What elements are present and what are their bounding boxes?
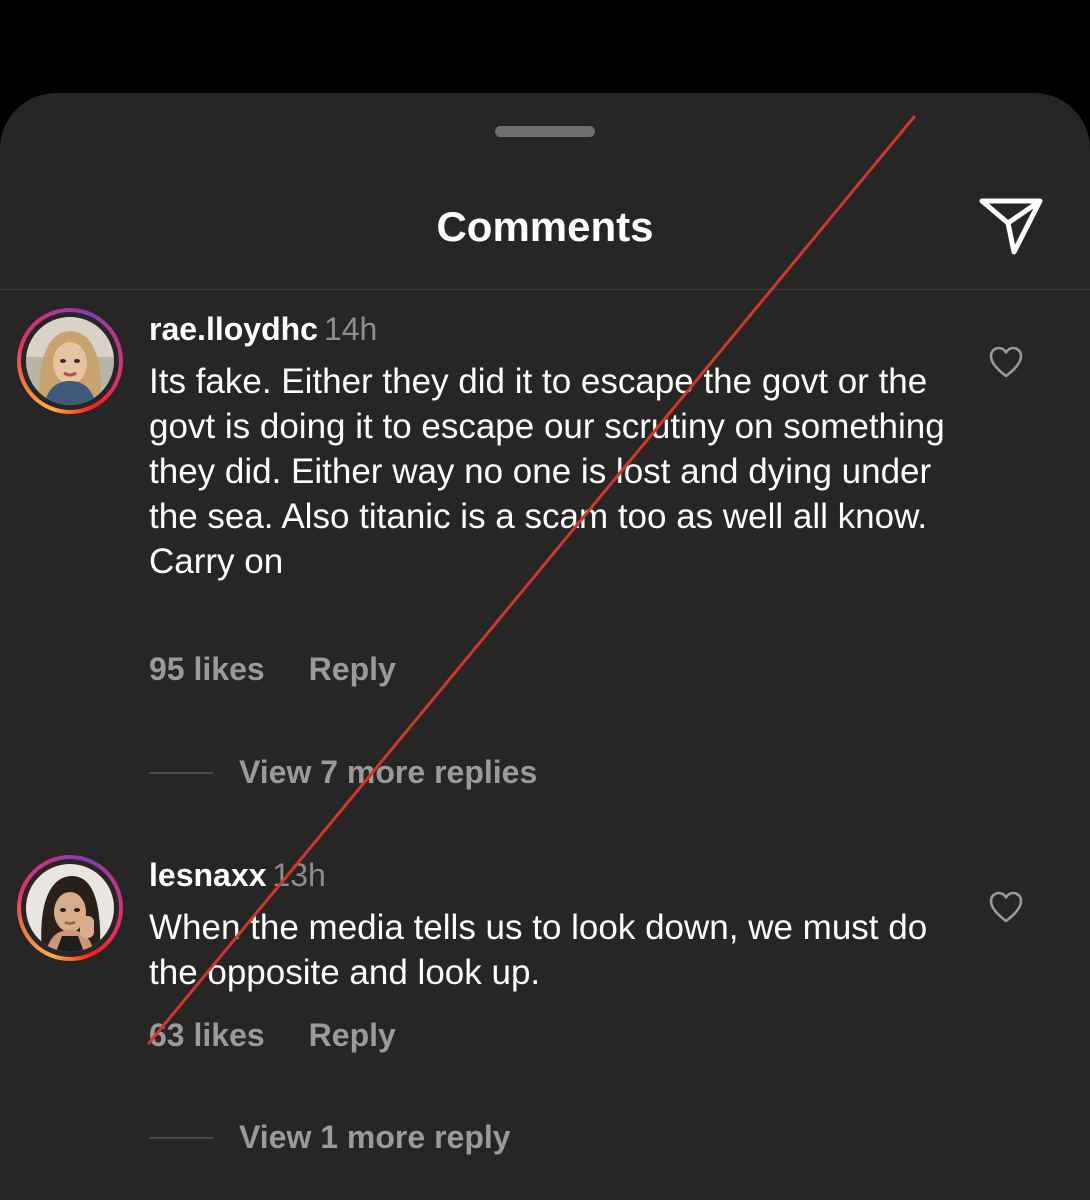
view-replies-button[interactable]: View 7 more replies	[239, 754, 537, 791]
reply-button[interactable]: Reply	[309, 651, 396, 687]
heart-outline-icon	[989, 346, 1023, 378]
view-replies-button[interactable]: View 1 more reply	[239, 1119, 511, 1156]
heart-outline-icon	[989, 891, 1023, 923]
like-button[interactable]	[988, 345, 1024, 379]
timestamp: 13h	[272, 857, 326, 893]
avatar[interactable]	[17, 855, 123, 961]
comment-header: lesnaxx 13h	[149, 857, 326, 894]
comment-text: Its fake. Either they did it to escape t…	[149, 362, 945, 581]
drag-handle[interactable]	[495, 126, 595, 137]
likes-count[interactable]: 95 likes	[149, 651, 265, 687]
page-title: Comments	[436, 203, 654, 250]
comment-meta: 95 likes Reply	[149, 651, 396, 688]
header-divider	[0, 289, 1090, 290]
username[interactable]: lesnaxx	[149, 857, 266, 893]
comments-sheet: Comments rae.lloydhc 14h Its fake. Eithe…	[0, 93, 1090, 1200]
username[interactable]: rae.lloydhc	[149, 311, 318, 347]
timestamp: 14h	[323, 311, 378, 347]
replies-divider	[149, 772, 213, 774]
like-button[interactable]	[988, 890, 1024, 924]
profile-photo	[26, 317, 114, 405]
profile-photo	[26, 864, 114, 952]
reply-button[interactable]: Reply	[309, 1017, 396, 1053]
likes-count[interactable]: 63 likes	[149, 1017, 265, 1053]
paper-plane-icon	[979, 198, 1043, 255]
comment-text: When the media tells us to look down, we…	[149, 908, 928, 992]
avatar[interactable]	[17, 308, 123, 414]
replies-divider	[149, 1137, 213, 1139]
comment-header: rae.lloydhc 14h	[149, 311, 377, 348]
share-button[interactable]	[978, 197, 1044, 257]
comment-meta: 63 likes Reply	[149, 1017, 396, 1054]
